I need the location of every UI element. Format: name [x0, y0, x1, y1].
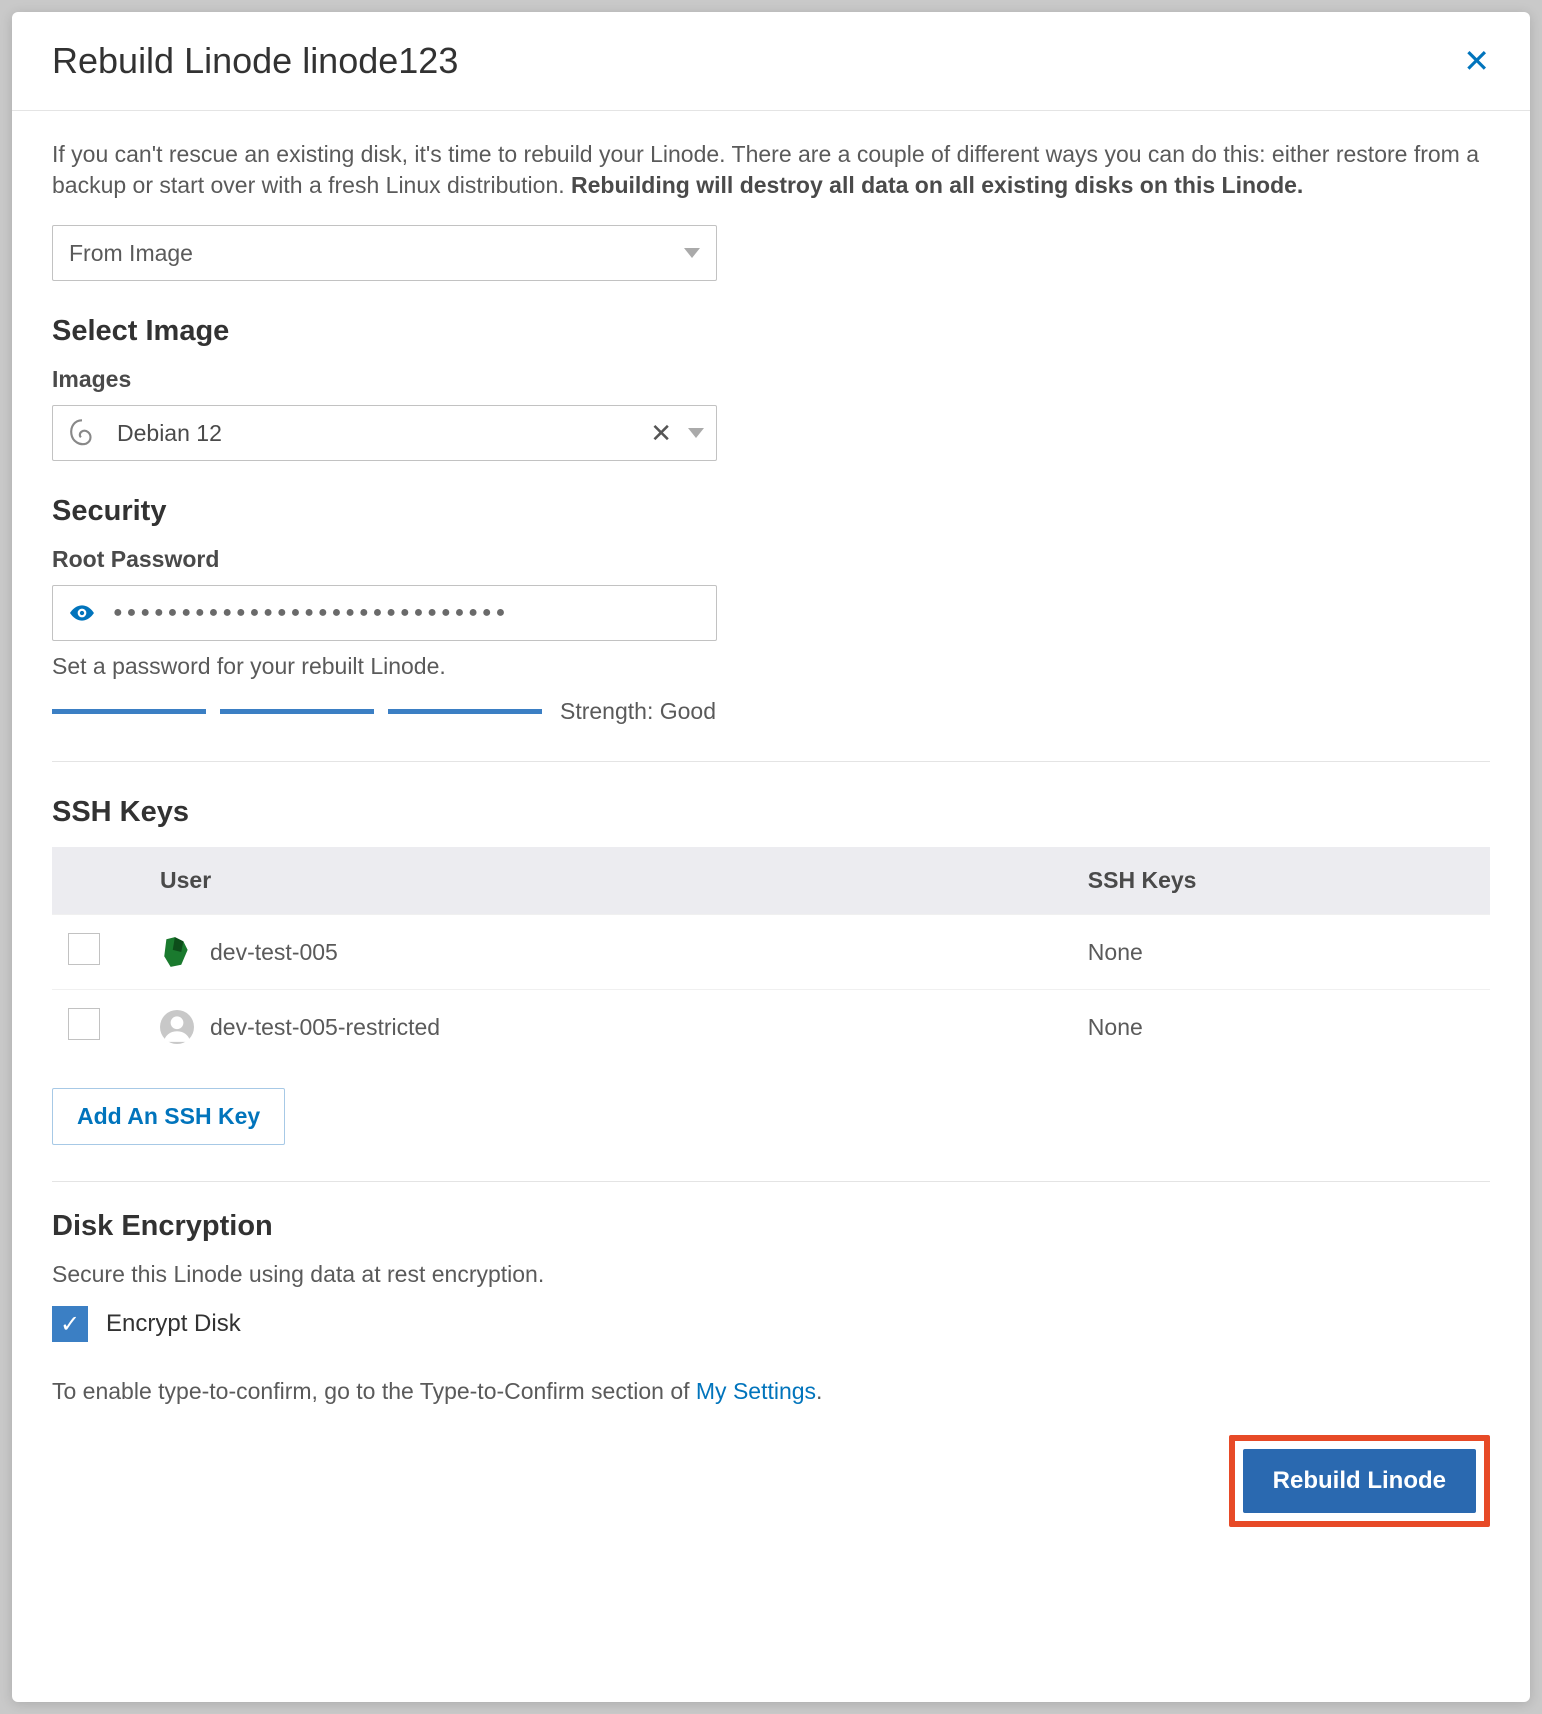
row-checkbox[interactable]	[68, 1008, 100, 1040]
modal-header: Rebuild Linode linode123 ✕	[12, 12, 1530, 111]
col-checkbox	[52, 847, 144, 915]
confirm-prefix: To enable type-to-confirm, go to the Typ…	[52, 1378, 696, 1404]
security-heading: Security	[52, 495, 1490, 528]
ssh-keys-value: None	[1072, 915, 1490, 990]
root-password-label: Root Password	[52, 546, 1490, 573]
ssh-keys-table: User SSH Keys dev-test-005 N	[52, 847, 1490, 1064]
strength-label: Strength: Good	[560, 698, 716, 725]
password-helper: Set a password for your rebuilt Linode.	[52, 653, 1490, 680]
user-cell: dev-test-005-restricted	[160, 1010, 1056, 1044]
table-header-row: User SSH Keys	[52, 847, 1490, 915]
disk-encryption-desc: Secure this Linode using data at rest en…	[52, 1261, 1490, 1288]
encrypt-disk-checkbox[interactable]: ✓	[52, 1306, 88, 1342]
confirm-suffix: .	[816, 1378, 822, 1404]
strength-bar-2	[220, 709, 374, 714]
table-row: dev-test-005 None	[52, 915, 1490, 990]
password-masked: ●●●●●●●●●●●●●●●●●●●●●●●●●●●●●	[113, 604, 509, 622]
row-checkbox[interactable]	[68, 933, 100, 965]
strength-meter: Strength: Good	[52, 698, 1490, 725]
avatar-icon	[160, 1010, 194, 1044]
col-ssh-keys: SSH Keys	[1072, 847, 1490, 915]
image-select[interactable]: Debian 12 ✕	[52, 405, 717, 461]
eye-icon[interactable]	[69, 600, 95, 626]
encrypt-disk-row: ✓ Encrypt Disk	[52, 1306, 1490, 1342]
strength-bar-3	[388, 709, 542, 714]
clear-image-icon[interactable]: ✕	[650, 418, 672, 449]
root-password-input[interactable]: ●●●●●●●●●●●●●●●●●●●●●●●●●●●●●	[52, 585, 717, 641]
divider	[52, 761, 1490, 762]
divider	[52, 1181, 1490, 1182]
disk-encryption-heading: Disk Encryption	[52, 1210, 1490, 1243]
close-icon[interactable]: ✕	[1463, 45, 1490, 77]
debian-icon	[65, 416, 99, 450]
avatar-icon	[160, 935, 194, 969]
user-name: dev-test-005	[210, 939, 338, 966]
add-ssh-key-button[interactable]: Add An SSH Key	[52, 1088, 285, 1145]
chevron-down-icon	[684, 248, 700, 258]
ssh-keys-value: None	[1072, 990, 1490, 1065]
table-row: dev-test-005-restricted None	[52, 990, 1490, 1065]
images-label: Images	[52, 366, 1490, 393]
check-icon: ✓	[60, 1310, 80, 1339]
user-name: dev-test-005-restricted	[210, 1014, 440, 1041]
modal-footer: Rebuild Linode	[52, 1435, 1490, 1527]
user-cell: dev-test-005	[160, 935, 1056, 969]
source-select-value: From Image	[69, 240, 193, 267]
type-to-confirm-text: To enable type-to-confirm, go to the Typ…	[52, 1378, 1490, 1405]
highlight-box: Rebuild Linode	[1229, 1435, 1490, 1527]
rebuild-modal: Rebuild Linode linode123 ✕ If you can't …	[12, 12, 1530, 1702]
select-image-heading: Select Image	[52, 315, 1490, 348]
strength-bar-1	[52, 709, 206, 714]
modal-body: If you can't rescue an existing disk, it…	[12, 111, 1530, 1567]
col-user: User	[144, 847, 1072, 915]
encrypt-disk-label: Encrypt Disk	[106, 1310, 241, 1338]
image-value: Debian 12	[117, 420, 650, 447]
intro-warning: Rebuilding will destroy all data on all …	[571, 172, 1303, 198]
rebuild-linode-button[interactable]: Rebuild Linode	[1243, 1449, 1476, 1513]
intro-text: If you can't rescue an existing disk, it…	[52, 139, 1490, 201]
chevron-down-icon	[688, 428, 704, 438]
my-settings-link[interactable]: My Settings	[696, 1378, 816, 1404]
ssh-keys-heading: SSH Keys	[52, 796, 1490, 829]
source-select[interactable]: From Image	[52, 225, 717, 281]
modal-title: Rebuild Linode linode123	[52, 40, 458, 82]
